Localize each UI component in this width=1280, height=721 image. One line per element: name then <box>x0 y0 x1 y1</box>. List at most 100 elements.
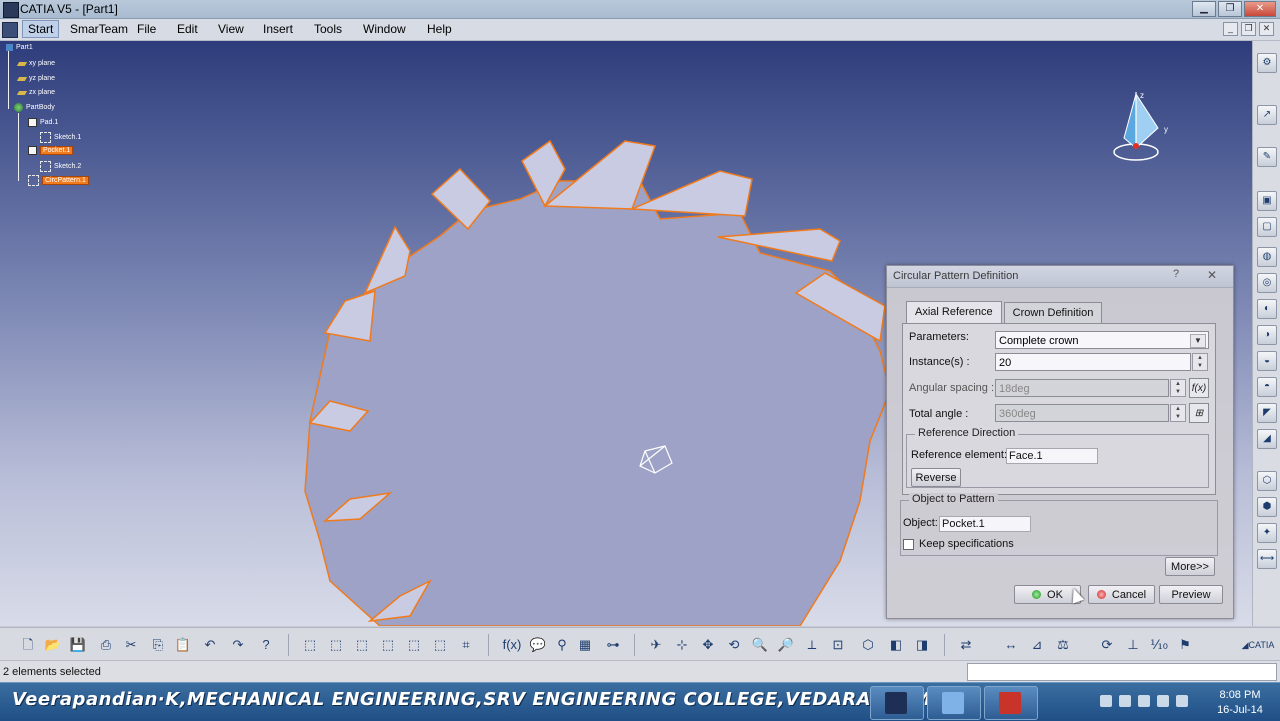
slot-tool-icon[interactable]: ◑ <box>1257 325 1277 345</box>
sketch-tool-icon[interactable]: ✎ <box>1257 147 1277 167</box>
start-menu-icon[interactable] <box>2 22 18 38</box>
measure-item-icon[interactable]: ⊿ <box>1027 635 1047 655</box>
tree-node-partbody[interactable]: PartBody <box>14 103 55 112</box>
multi-section-icon[interactable]: ⌗ <box>456 635 476 655</box>
keep-specifications-checkbox[interactable] <box>903 539 914 550</box>
pattern-tool-icon[interactable]: ✦ <box>1257 523 1277 543</box>
tab-crown-definition[interactable]: Crown Definition <box>1003 302 1103 323</box>
formula-icon[interactable]: f(x) <box>1189 378 1209 398</box>
preview-button[interactable]: Preview <box>1159 585 1223 604</box>
instances-spinner[interactable]: ▲ ▼ <box>1192 353 1208 371</box>
fit-all-icon[interactable]: ⊹ <box>672 635 692 655</box>
tray-arrow-icon[interactable] <box>1100 695 1112 707</box>
cancel-button[interactable]: Cancel <box>1088 585 1155 604</box>
iso-view-icon[interactable]: ⬡ <box>858 635 878 655</box>
angular-spacing-spinner[interactable]: ▲ ▼ <box>1170 379 1186 397</box>
comment-icon[interactable]: 💬 <box>528 635 548 655</box>
reference-element-field[interactable]: Face.1 <box>1006 448 1098 464</box>
taskbar-catia[interactable] <box>870 686 924 720</box>
pad-icon[interactable]: ⬚ <box>300 635 320 655</box>
open-icon[interactable]: 📂 <box>43 635 63 655</box>
axis-system-icon[interactable]: ⊥ <box>1123 635 1143 655</box>
tree-node-zx-plane[interactable]: zx plane <box>16 89 55 96</box>
tray-power-icon[interactable] <box>1157 695 1169 707</box>
tree-node-pocket[interactable]: Pocket.1 <box>28 146 74 155</box>
shading-icon[interactable]: ◧ <box>886 635 906 655</box>
dialog-close-icon[interactable]: ✕ <box>1205 268 1219 282</box>
normal-view-icon[interactable]: ⟂ <box>802 635 822 655</box>
parameters-select[interactable]: Complete crown ▼ <box>995 331 1209 349</box>
measure-icon[interactable]: ⊞ <box>1189 403 1209 423</box>
help-icon[interactable]: ? <box>1169 268 1183 282</box>
menu-tools[interactable]: Tools <box>314 22 342 36</box>
tree-icon[interactable]: ⊶ <box>603 635 623 655</box>
doc-close-button[interactable]: ✕ <box>1259 22 1274 36</box>
tree-node-pad[interactable]: Pad.1 <box>28 118 58 127</box>
rib-icon[interactable]: ⬚ <box>404 635 424 655</box>
menu-edit[interactable]: Edit <box>177 22 198 36</box>
tree-node-part1[interactable]: Part1 <box>6 44 33 51</box>
shell-tool-icon[interactable]: ⬡ <box>1257 471 1277 491</box>
minimize-button[interactable]: ▁ <box>1192 1 1216 17</box>
thickness-tool-icon[interactable]: ⬢ <box>1257 497 1277 517</box>
doc-minimize-button[interactable]: _ <box>1223 22 1238 36</box>
measure-inertia-icon[interactable]: ⚖ <box>1053 635 1073 655</box>
fly-mode-icon[interactable]: ✈ <box>646 635 666 655</box>
menu-smarteam[interactable]: SmarTeam <box>70 22 128 36</box>
tray-volume-icon[interactable] <box>1176 695 1188 707</box>
formula-icon[interactable]: f(x) <box>502 635 522 655</box>
multi-view-icon[interactable]: ⊡ <box>828 635 848 655</box>
redo-icon[interactable]: ↷ <box>228 635 248 655</box>
object-field[interactable]: Pocket.1 <box>939 516 1031 532</box>
new-icon[interactable]: 🗋 <box>18 635 38 655</box>
menu-start[interactable]: Start <box>22 20 60 38</box>
tray-network-icon[interactable] <box>1138 695 1150 707</box>
zoom-out-icon[interactable]: 🔎 <box>776 635 796 655</box>
doc-restore-button[interactable]: ❐ <box>1241 22 1256 36</box>
knowledge-icon[interactable]: ⚲ <box>552 635 572 655</box>
pan-icon[interactable]: ✥ <box>698 635 718 655</box>
groove-icon[interactable]: ⬚ <box>378 635 398 655</box>
menu-window[interactable]: Window <box>363 22 406 36</box>
taskbar-recorder[interactable] <box>984 686 1038 720</box>
groove-tool-icon[interactable]: ◎ <box>1257 273 1277 293</box>
shaft-tool-icon[interactable]: ◍ <box>1257 247 1277 267</box>
rib-tool-icon[interactable]: ◐ <box>1257 299 1277 319</box>
mirror-tool-icon[interactable]: ⟷ <box>1257 549 1277 569</box>
whats-this-icon[interactable]: ? <box>256 635 276 655</box>
instances-input[interactable]: 20 <box>995 353 1191 371</box>
stiffener-tool-icon[interactable]: ◒ <box>1257 351 1277 371</box>
tray-flag-icon[interactable] <box>1119 695 1131 707</box>
tab-axial-reference[interactable]: Axial Reference <box>906 301 1002 323</box>
menu-view[interactable]: View <box>218 22 244 36</box>
tree-node-yz-plane[interactable]: yz plane <box>16 75 55 82</box>
paste-icon[interactable]: 📋 <box>173 635 193 655</box>
tree-node-xy-plane[interactable]: xy plane <box>16 60 55 67</box>
clock[interactable]: 8:08 PM 16-Jul-14 <box>1205 688 1275 718</box>
dialog-title-bar[interactable]: Circular Pattern Definition ? ✕ <box>887 266 1233 288</box>
hide-show-icon[interactable]: ◨ <box>912 635 932 655</box>
menu-file[interactable]: File <box>137 22 156 36</box>
update-icon[interactable]: ⟳ <box>1097 635 1117 655</box>
compass-widget[interactable]: z y <box>1110 88 1170 168</box>
dropdown-arrow-icon[interactable]: ▼ <box>1190 334 1206 348</box>
undo-icon[interactable]: ↶ <box>200 635 220 655</box>
sketcher-icon[interactable]: ⚙ <box>1257 53 1277 73</box>
menu-help[interactable]: Help <box>427 22 452 36</box>
angular-spacing-input[interactable]: 18deg <box>995 379 1169 397</box>
fillet-tool-icon[interactable]: ◓ <box>1257 377 1277 397</box>
apply-material-icon[interactable]: ⚑ <box>1175 635 1195 655</box>
save-icon[interactable]: 💾 <box>68 635 88 655</box>
zoom-in-icon[interactable]: 🔍 <box>750 635 770 655</box>
maximize-button[interactable]: ❐ <box>1218 1 1242 17</box>
total-angle-spinner[interactable]: ▲ ▼ <box>1170 404 1186 422</box>
print-icon[interactable]: ⎙ <box>96 635 116 655</box>
power-input-field[interactable] <box>967 663 1277 681</box>
menu-insert[interactable]: Insert <box>263 22 293 36</box>
pad-tool-icon[interactable]: ▣ <box>1257 191 1277 211</box>
tree-node-sketch2[interactable]: Sketch.2 <box>40 161 81 172</box>
tree-node-circpattern[interactable]: CircPattern.1 <box>28 175 89 186</box>
measure-between-icon[interactable]: ↔ <box>1001 635 1021 655</box>
total-angle-input[interactable]: 360deg <box>995 404 1169 422</box>
taskbar-explorer[interactable] <box>927 686 981 720</box>
